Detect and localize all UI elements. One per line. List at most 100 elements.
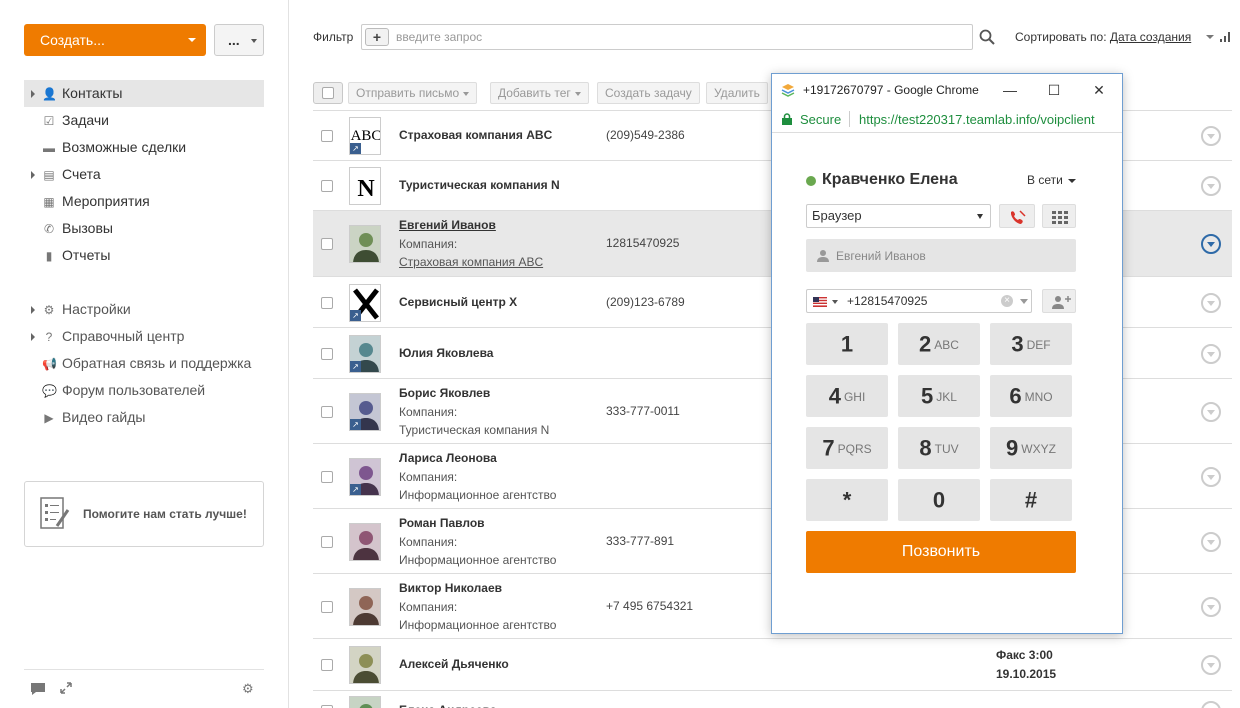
sidebar-item-6[interactable]: ▮ Отчеты xyxy=(24,242,264,269)
country-dropdown-icon[interactable] xyxy=(832,300,838,304)
create-task-button[interactable]: Создать задачу xyxy=(597,82,700,104)
contact-name[interactable]: Сервисный центр X xyxy=(399,295,517,309)
contact-name[interactable]: Борис Яковлев xyxy=(399,386,490,400)
us-flag-icon[interactable] xyxy=(813,297,827,307)
row-checkbox[interactable] xyxy=(321,347,333,360)
contact-name[interactable]: Евгений Иванов xyxy=(399,218,496,232)
sort-order-icon[interactable] xyxy=(1220,32,1230,42)
sidebar-help-item-1[interactable]: ? Справочный центр xyxy=(24,323,264,350)
avatar[interactable]: ↗ xyxy=(349,283,381,322)
clear-icon[interactable]: × xyxy=(1001,295,1013,307)
row-checkbox[interactable] xyxy=(321,535,333,548)
chat-icon[interactable] xyxy=(30,682,46,696)
contact-name[interactable]: Виктор Николаев xyxy=(399,581,502,595)
search-icon[interactable] xyxy=(979,29,995,45)
sidebar-item-3[interactable]: ▤ Счета xyxy=(24,161,264,188)
expand-arrow-icon[interactable] xyxy=(31,171,35,179)
contact-name[interactable]: Алексей Дьяченко xyxy=(399,657,509,671)
keypad-toggle-button[interactable] xyxy=(1042,204,1076,228)
expand-icon[interactable] xyxy=(60,682,76,696)
phone-number-input[interactable]: +12815470925 × xyxy=(806,289,1032,313)
status-dropdown[interactable]: В сети xyxy=(1027,173,1076,187)
dial-key[interactable]: # xyxy=(990,479,1072,521)
send-email-button[interactable]: Отправить письмо xyxy=(348,82,478,104)
device-select[interactable]: Браузер xyxy=(806,204,991,228)
minimize-icon[interactable]: — xyxy=(1000,80,1020,100)
dial-key[interactable]: 9 WXYZ xyxy=(990,427,1072,469)
row-checkbox[interactable] xyxy=(321,659,333,671)
avatar[interactable] xyxy=(349,696,381,708)
maximize-icon[interactable]: ☐ xyxy=(1044,80,1064,100)
contact-phone[interactable]: 333-777-891 xyxy=(606,534,674,548)
row-menu-icon[interactable] xyxy=(1201,292,1221,313)
company-name[interactable]: Страховая компания ABC xyxy=(399,255,543,269)
row-checkbox[interactable] xyxy=(321,470,333,483)
table-row[interactable]: Алексей Дьяченко Факс 3:00 19.10.2015 xyxy=(313,638,1232,690)
expand-arrow-icon[interactable] xyxy=(31,90,35,98)
row-menu-icon[interactable] xyxy=(1201,343,1221,364)
more-actions-button[interactable]: ... xyxy=(214,24,264,56)
avatar[interactable]: ABC ↗ xyxy=(349,117,381,155)
avatar[interactable] xyxy=(349,587,381,626)
contact-phone[interactable]: (209)549-2386 xyxy=(606,128,685,142)
row-checkbox[interactable] xyxy=(321,238,333,250)
sidebar-item-0[interactable]: 👤 Контакты xyxy=(24,80,264,107)
delete-button[interactable]: Удалить xyxy=(706,82,768,104)
filter-input[interactable]: + введите запрос xyxy=(361,24,973,50)
call-button[interactable]: Позвонить xyxy=(806,531,1076,573)
dial-key[interactable]: 5 JKL xyxy=(898,375,980,417)
sidebar-help-item-4[interactable]: ▶ Видео гайды xyxy=(24,404,264,431)
table-row[interactable]: Елена Андреева xyxy=(313,690,1232,708)
add-contact-button[interactable] xyxy=(1042,289,1076,313)
contact-name[interactable]: Елена Андреева xyxy=(399,703,497,708)
contact-name[interactable]: Лариса Леонова xyxy=(399,451,497,465)
contact-phone[interactable]: 333-777-0011 xyxy=(606,404,680,418)
sort-value-link[interactable]: Дата создания xyxy=(1110,30,1191,44)
row-checkbox[interactable] xyxy=(321,405,333,418)
contact-phone[interactable]: 12815470925 xyxy=(606,236,679,250)
avatar[interactable] xyxy=(349,646,381,684)
row-checkbox[interactable] xyxy=(321,130,333,142)
avatar[interactable]: ↗ xyxy=(349,334,381,373)
settings-gear-icon[interactable]: ⚙ xyxy=(242,682,258,696)
hangup-button[interactable] xyxy=(999,204,1035,228)
row-menu-icon[interactable] xyxy=(1201,466,1221,487)
row-checkbox[interactable] xyxy=(321,296,333,309)
dial-key[interactable]: * xyxy=(806,479,888,521)
avatar[interactable] xyxy=(349,522,381,561)
sidebar-item-1[interactable]: ☑ Задачи xyxy=(24,107,264,134)
address-bar[interactable]: Secure https://test220317.teamlab.info/v… xyxy=(772,106,1122,133)
row-checkbox[interactable] xyxy=(321,180,333,192)
sidebar-help-item-2[interactable]: 📢 Обратная связь и поддержка xyxy=(24,350,264,377)
sort-dropdown-icon[interactable] xyxy=(1206,35,1214,39)
contact-name[interactable]: Страховая компания ABC xyxy=(399,128,552,142)
add-tag-button[interactable]: Добавить тег xyxy=(490,82,589,104)
row-menu-icon[interactable] xyxy=(1201,401,1221,422)
dial-key[interactable]: 8 TUV xyxy=(898,427,980,469)
contact-phone[interactable]: +7 495 6754321 xyxy=(606,599,693,613)
avatar[interactable]: ↗ xyxy=(349,392,381,431)
close-icon[interactable]: ✕ xyxy=(1089,80,1109,100)
avatar[interactable]: N xyxy=(349,167,381,205)
create-button[interactable]: Создать... xyxy=(24,24,206,56)
row-checkbox[interactable] xyxy=(321,600,333,613)
avatar[interactable]: ↗ xyxy=(349,457,381,496)
dial-key[interactable]: 1 xyxy=(806,323,888,365)
url-text[interactable]: https://test220317.teamlab.info/voipclie… xyxy=(859,112,1119,127)
sidebar-help-item-3[interactable]: 💬 Форум пользователей xyxy=(24,377,264,404)
row-menu-icon[interactable] xyxy=(1201,701,1221,708)
expand-arrow-icon[interactable] xyxy=(31,306,35,314)
row-menu-icon[interactable] xyxy=(1201,176,1221,196)
contact-phone[interactable]: (209)123-6789 xyxy=(606,295,685,309)
dial-key[interactable]: 0 xyxy=(898,479,980,521)
dial-key[interactable]: 6 MNO xyxy=(990,375,1072,417)
dial-key[interactable]: 2 ABC xyxy=(898,323,980,365)
contact-name[interactable]: Юлия Яковлева xyxy=(399,346,493,360)
contact-name[interactable]: Туристическая компания N xyxy=(399,178,560,192)
dial-key[interactable]: 3 DEF xyxy=(990,323,1072,365)
dial-key[interactable]: 7 PQRS xyxy=(806,427,888,469)
sidebar-item-5[interactable]: ✆ Вызовы xyxy=(24,215,264,242)
feedback-banner[interactable]: Помогите нам стать лучше! xyxy=(24,481,264,547)
add-filter-button[interactable]: + xyxy=(365,28,389,46)
sidebar-item-4[interactable]: ▦ Мероприятия xyxy=(24,188,264,215)
